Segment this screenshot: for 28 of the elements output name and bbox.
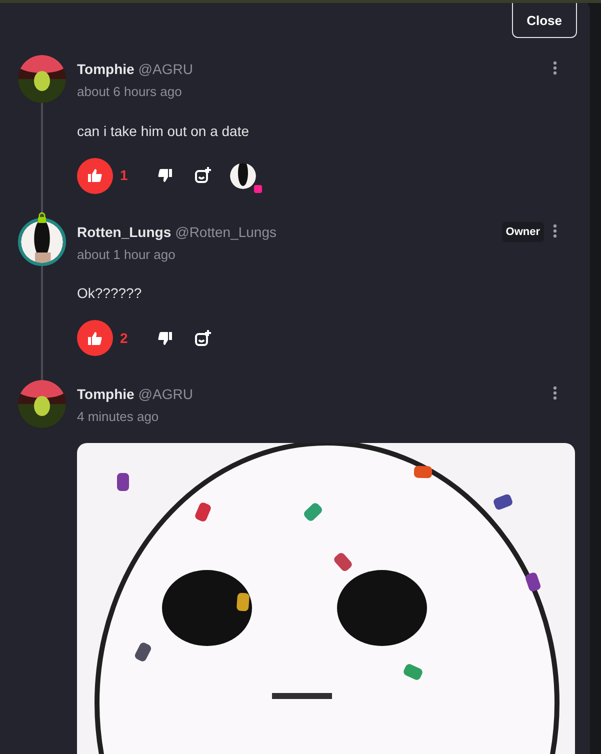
timestamp: about 1 hour ago (77, 246, 176, 264)
close-button[interactable]: Close (512, 3, 577, 38)
owner-badge: Owner (502, 222, 544, 242)
timestamp: about 6 hours ago (77, 83, 183, 101)
more-icon (553, 224, 557, 238)
thumbs-up-icon (88, 332, 102, 344)
comment-text: can i take him out on a date (77, 122, 250, 140)
reactor-avatar[interactable] (230, 162, 256, 188)
thumbs-down-icon (158, 169, 172, 182)
like-count: 1 (120, 166, 129, 185)
more-icon (553, 386, 557, 400)
user-handle: @AGRU (138, 60, 193, 79)
username[interactable]: Tomphie (77, 59, 134, 80)
user-handle: @AGRU (138, 385, 193, 404)
lock-icon (37, 212, 47, 222)
username[interactable]: Rotten_Lungs (77, 222, 172, 242)
timestamp: 4 minutes ago (77, 408, 160, 426)
thumbs-up-icon (88, 169, 102, 182)
thumbs-down-icon (158, 332, 172, 344)
user-handle: @Rotten_Lungs (175, 222, 276, 242)
like-button[interactable] (77, 320, 113, 356)
username[interactable]: Tomphie (77, 384, 134, 405)
add-emoji-icon (194, 167, 212, 184)
like-count: 2 (120, 328, 129, 348)
more-icon (553, 61, 557, 75)
like-button[interactable] (77, 158, 113, 194)
add-emoji-icon (194, 330, 212, 346)
comment-text: Ok?????? (77, 284, 143, 303)
